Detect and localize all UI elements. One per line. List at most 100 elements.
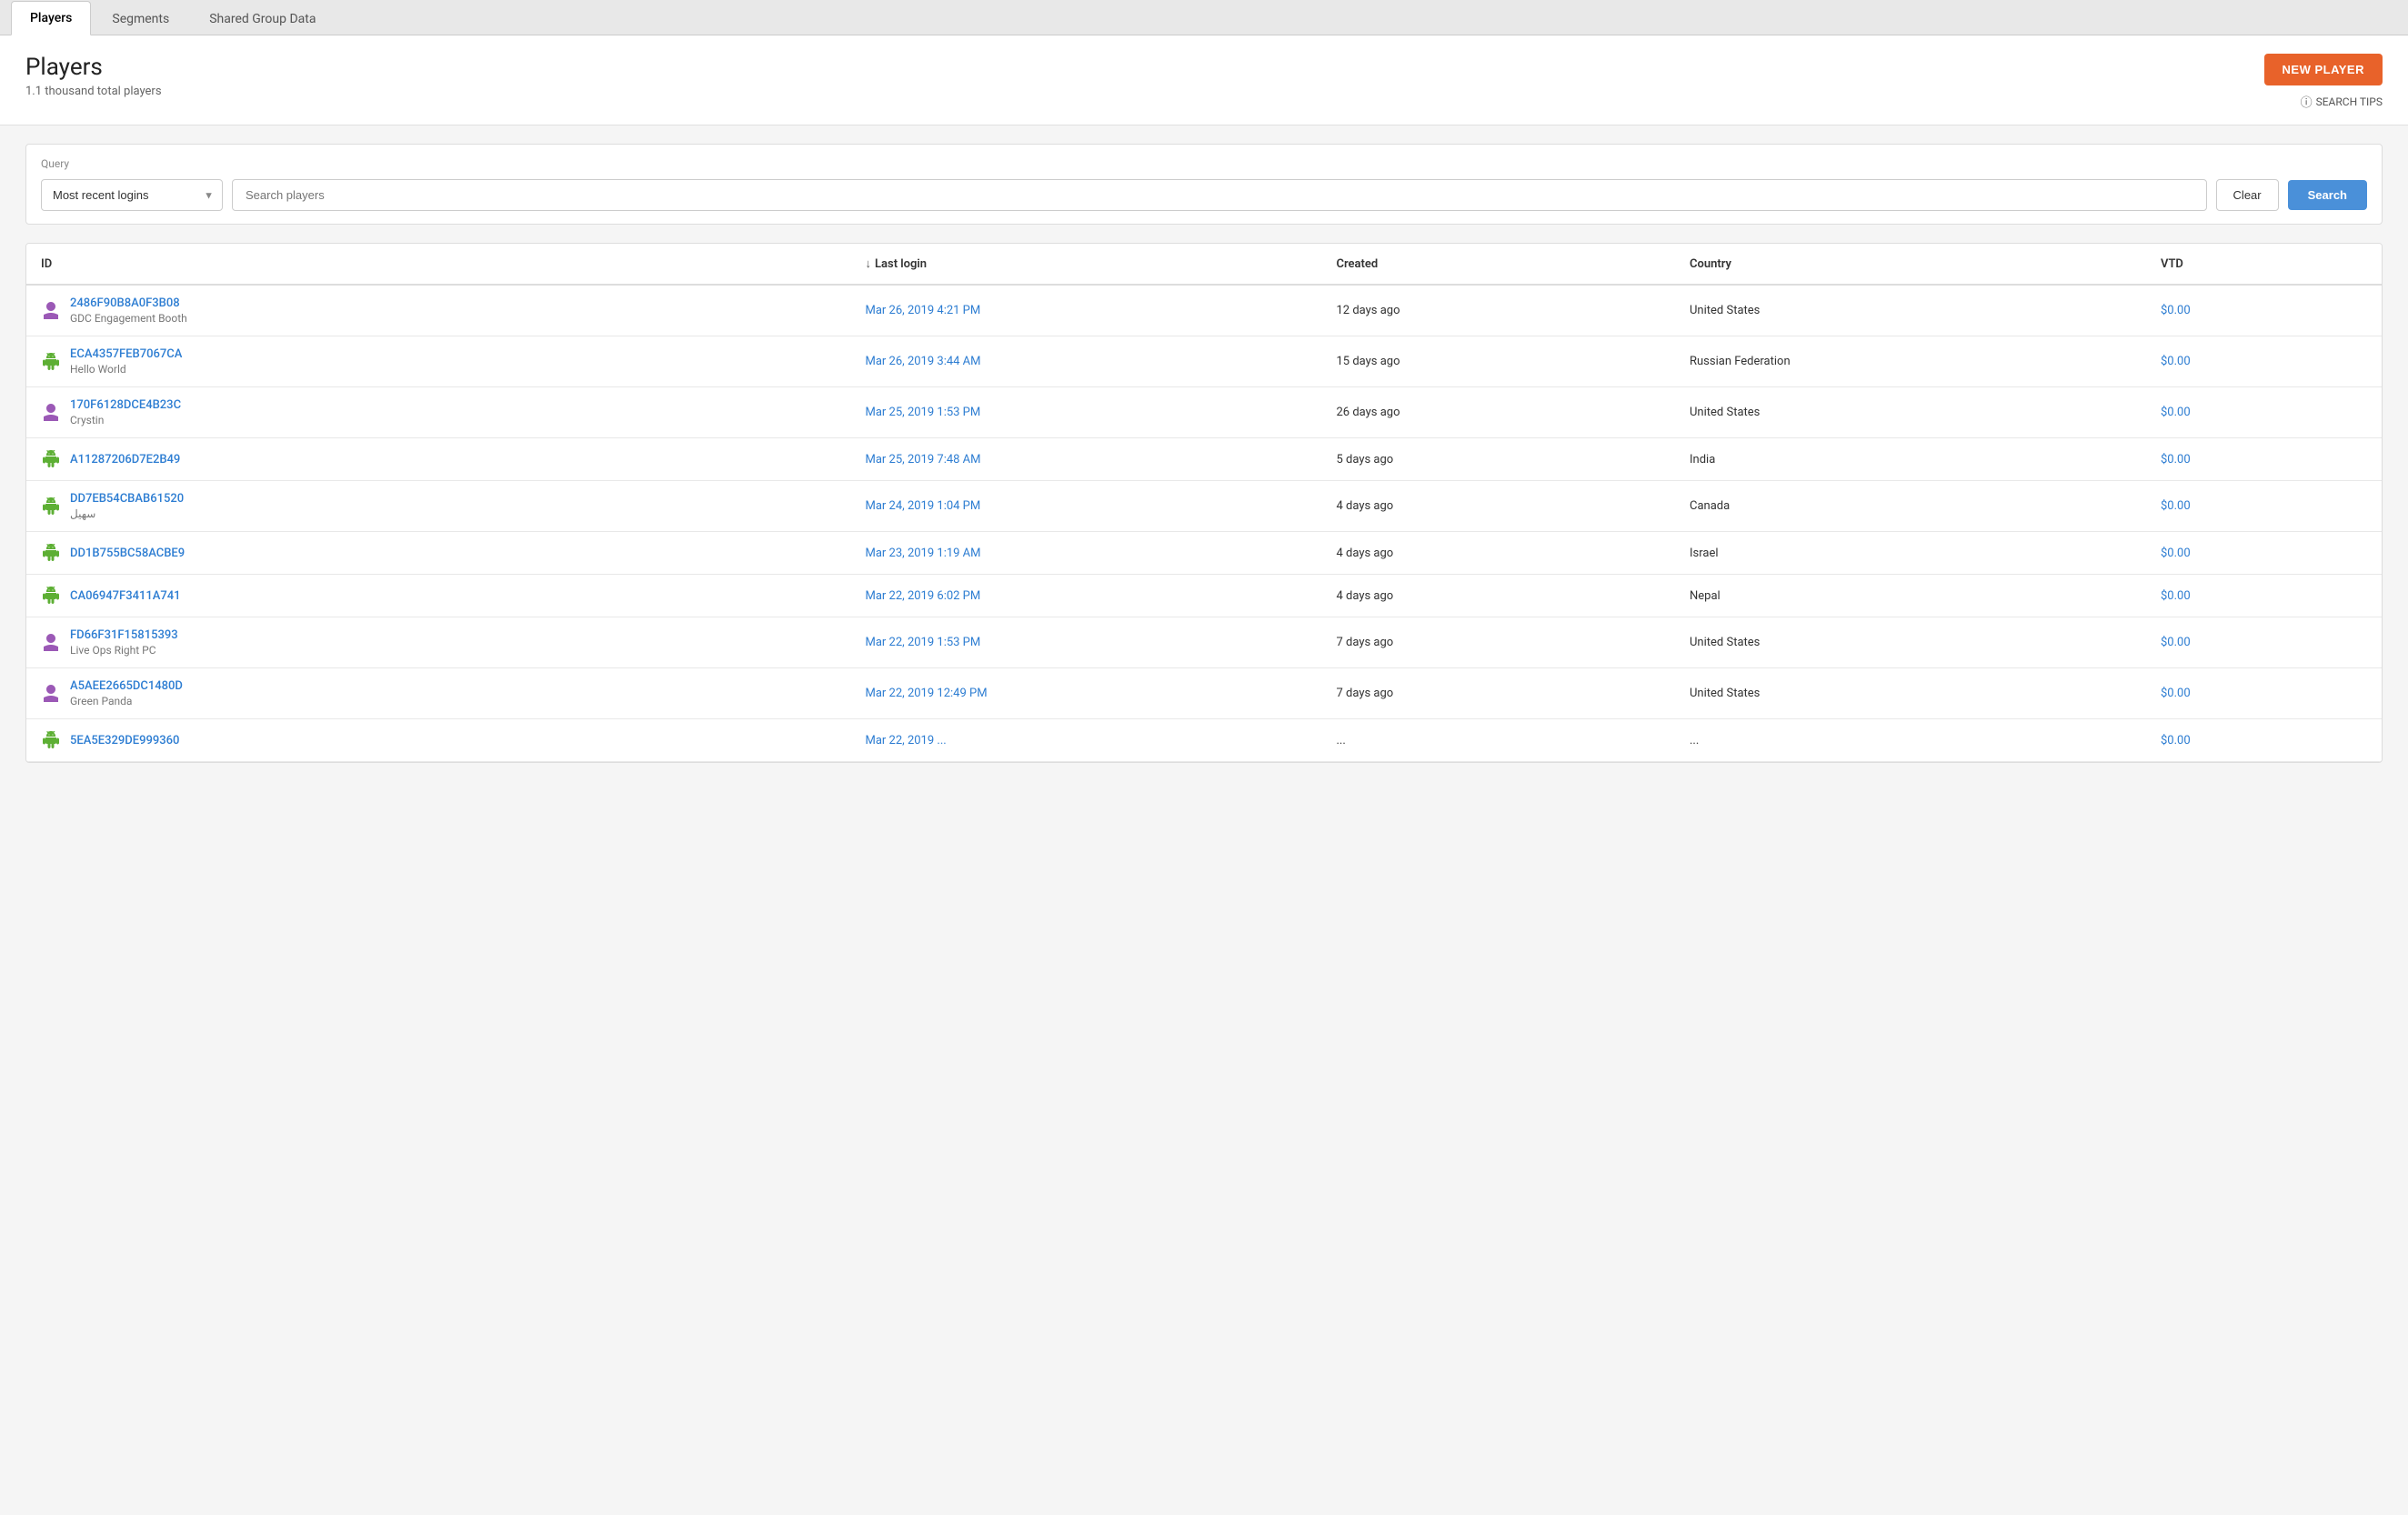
player-count-subtitle: 1.1 thousand total players (25, 85, 162, 98)
page-title: Players (25, 54, 162, 81)
player-id-link[interactable]: A5AEE2665DC1480D (70, 679, 183, 693)
person-icon (41, 403, 61, 423)
player-id-link[interactable]: 170F6128DCE4B23C (70, 398, 181, 412)
person-icon (41, 301, 61, 321)
query-section: Query Most recent logins Most recent cre… (25, 144, 2383, 225)
player-country: United States (1675, 387, 2146, 438)
col-header-country: Country (1675, 244, 2146, 285)
table-row: DD7EB54CBAB61520سهیلMar 24, 2019 1:04 PM… (26, 481, 2382, 532)
player-vtd: $0.00 (2146, 575, 2382, 617)
player-created: ... (1322, 719, 1676, 762)
table-row: ECA4357FEB7067CA Hello World Mar 26, 2019 … (26, 336, 2382, 387)
player-last-login: Mar 23, 2019 1:19 AM (851, 532, 1322, 575)
player-created: 4 days ago (1322, 532, 1676, 575)
player-last-login: Mar 22, 2019 12:49 PM (851, 668, 1322, 719)
player-id-link[interactable]: CA06947F3411A741 (70, 589, 181, 603)
table-row: 170F6128DCE4B23C Crystin Mar 25, 2019 1:53… (26, 387, 2382, 438)
player-last-login: Mar 22, 2019 ... (851, 719, 1322, 762)
android-icon (41, 497, 61, 517)
player-created: 26 days ago (1322, 387, 1676, 438)
player-last-login: Mar 25, 2019 7:48 AM (851, 438, 1322, 481)
player-created: 7 days ago (1322, 668, 1676, 719)
table-body: 2486F90B8A0F3B08 GDC Engagement Booth Mar … (26, 285, 2382, 762)
android-icon (41, 352, 61, 372)
player-name: Crystin (70, 414, 181, 426)
player-last-login: Mar 25, 2019 1:53 PM (851, 387, 1322, 438)
player-id-link[interactable]: DD1B755BC58ACBE9 (70, 547, 185, 560)
player-country: United States (1675, 285, 2146, 336)
players-table-container: ID ↓Last login Created Country VTD 2486F… (25, 243, 2383, 763)
clear-button[interactable]: Clear (2216, 179, 2279, 211)
player-name: Green Panda (70, 695, 183, 707)
player-vtd: $0.00 (2146, 387, 2382, 438)
player-id-link[interactable]: A11287206D7E2B49 (70, 453, 180, 467)
query-controls: Most recent logins Most recent creation … (41, 179, 2367, 211)
player-vtd: $0.00 (2146, 668, 2382, 719)
player-id-link[interactable]: 2486F90B8A0F3B08 (70, 296, 180, 310)
sort-select[interactable]: Most recent logins Most recent creation … (41, 179, 223, 211)
player-id-link[interactable]: ECA4357FEB7067CA (70, 347, 182, 361)
help-circle-icon: ⓘ (2301, 93, 2313, 110)
player-last-login: Mar 22, 2019 1:53 PM (851, 617, 1322, 668)
player-country: India (1675, 438, 2146, 481)
player-country: Nepal (1675, 575, 2146, 617)
player-country: Canada (1675, 481, 2146, 532)
player-country: United States (1675, 668, 2146, 719)
tab-segments[interactable]: Segments (93, 2, 188, 35)
new-player-button[interactable]: NEW PLAYER (2264, 54, 2383, 85)
player-created: 7 days ago (1322, 617, 1676, 668)
person-icon (41, 633, 61, 653)
android-icon (41, 586, 61, 606)
col-header-vtd: VTD (2146, 244, 2382, 285)
col-header-id: ID (26, 244, 851, 285)
player-country: ... (1675, 719, 2146, 762)
player-vtd: $0.00 (2146, 438, 2382, 481)
table-row: A11287206D7E2B49 Mar 25, 2019 7:48 AM5 da… (26, 438, 2382, 481)
person-icon (41, 684, 61, 704)
player-country: Russian Federation (1675, 336, 2146, 387)
page-header: Players 1.1 thousand total players NEW P… (0, 35, 2408, 125)
player-name: Hello World (70, 363, 182, 376)
player-last-login: Mar 26, 2019 3:44 AM (851, 336, 1322, 387)
player-id-link[interactable]: 5EA5E329DE999360 (70, 734, 179, 747)
search-button[interactable]: Search (2288, 180, 2367, 210)
player-vtd: $0.00 (2146, 481, 2382, 532)
player-vtd: $0.00 (2146, 617, 2382, 668)
player-vtd: $0.00 (2146, 285, 2382, 336)
search-tips-link[interactable]: ⓘ SEARCH TIPS (2301, 93, 2383, 110)
tab-shared-group-data[interactable]: Shared Group Data (190, 2, 335, 35)
player-created: 15 days ago (1322, 336, 1676, 387)
player-name: سهیل (70, 507, 184, 520)
col-header-last-login[interactable]: ↓Last login (851, 244, 1322, 285)
player-created: 4 days ago (1322, 575, 1676, 617)
player-country: United States (1675, 617, 2146, 668)
player-id-link[interactable]: FD66F31F15815393 (70, 628, 178, 642)
player-name: Live Ops Right PC (70, 644, 178, 657)
player-name: GDC Engagement Booth (70, 312, 187, 325)
query-label: Query (41, 157, 2367, 170)
android-icon (41, 543, 61, 563)
player-last-login: Mar 22, 2019 6:02 PM (851, 575, 1322, 617)
player-vtd: $0.00 (2146, 532, 2382, 575)
player-country: Israel (1675, 532, 2146, 575)
table-row: FD66F31F15815393 Live Ops Right PC Mar 22,… (26, 617, 2382, 668)
table-row: 5EA5E329DE999360Mar 22, 2019 .........$0… (26, 719, 2382, 762)
col-header-created: Created (1322, 244, 1676, 285)
players-table: ID ↓Last login Created Country VTD 2486F… (26, 244, 2382, 762)
tab-players[interactable]: Players (11, 1, 91, 35)
player-vtd: $0.00 (2146, 719, 2382, 762)
android-icon (41, 730, 61, 750)
search-tips-label: SEARCH TIPS (2316, 95, 2383, 108)
page-header-right: NEW PLAYER ⓘ SEARCH TIPS (2264, 54, 2383, 110)
player-created: 5 days ago (1322, 438, 1676, 481)
sort-arrow-icon: ↓ (866, 257, 872, 271)
tabs-bar: Players Segments Shared Group Data (0, 0, 2408, 35)
table-row: 2486F90B8A0F3B08GDC Engagement BoothMar … (26, 285, 2382, 336)
table-header-row: ID ↓Last login Created Country VTD (26, 244, 2382, 285)
player-created: 4 days ago (1322, 481, 1676, 532)
player-id-link[interactable]: DD7EB54CBAB61520 (70, 492, 184, 506)
sort-select-wrapper: Most recent logins Most recent creation … (41, 179, 223, 211)
search-input[interactable] (232, 179, 2207, 211)
android-icon (41, 449, 61, 469)
player-vtd: $0.00 (2146, 336, 2382, 387)
